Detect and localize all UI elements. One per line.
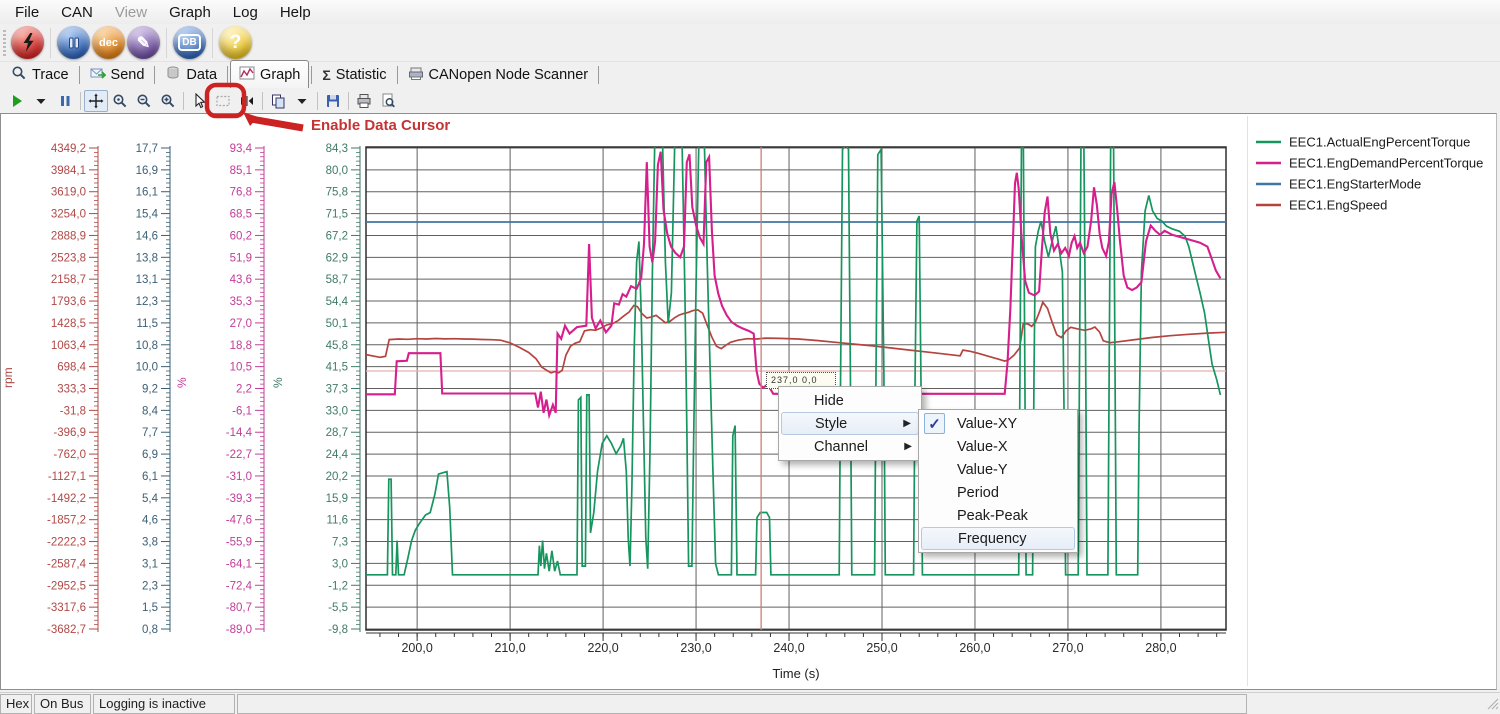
status-hex[interactable]: Hex [0,694,32,714]
graph-toolbar [0,88,1500,113]
status-logging-is-inactive: Logging is inactive [93,694,235,714]
panel-divider [1247,116,1248,686]
status-bar: HexOn BusLogging is inactive [0,692,1500,714]
tab-statistic[interactable]: Σ Statistic [314,63,394,87]
toolbar-separator [317,92,318,110]
submenu-item-period[interactable]: Period [921,481,1075,504]
submenu-item-value-y[interactable]: Value-Y [921,458,1075,481]
play-button[interactable] [5,90,29,112]
tab-label: CANopen Node Scanner [429,67,589,83]
magnifier-icon [11,65,27,85]
submenu-arrow-icon: ▶ [904,441,912,452]
pan-button[interactable] [84,90,108,112]
status-on-bus[interactable]: On Bus [34,694,91,714]
submenu-item-label: Value-XY [957,416,1017,432]
tab-separator [311,66,312,84]
select-button[interactable] [187,90,211,112]
lightning-icon [19,33,37,53]
zoom-out-button[interactable] [132,90,156,112]
menu-item-help[interactable]: Help [269,2,322,23]
database-icon[interactable]: DB [173,26,206,59]
scanner-icon [408,65,424,85]
menu-item-hide[interactable]: Hide [781,389,919,412]
menu-item-view[interactable]: View [104,2,158,23]
sigma-icon: Σ [322,67,330,83]
menu-item-can[interactable]: CAN [50,2,104,23]
select-region-button[interactable] [211,90,235,112]
context-menu: Hide Style ▶ Channel ▶ [778,386,922,461]
save-button[interactable] [321,90,345,112]
pause-button[interactable] [53,90,77,112]
tab-bar: Trace Send Data Graph Σ Statistic CANopen Node… [0,62,1500,88]
toolbar-separator [262,92,263,110]
submenu-item-value-x[interactable]: Value-X [921,435,1075,458]
menu-item-log[interactable]: Log [222,2,269,23]
send-icon [90,65,106,85]
copy-dropdown-button[interactable] [290,90,314,112]
dec-icon[interactable]: dec [92,26,125,59]
lightning-icon[interactable] [11,26,44,59]
menu-item-label: Channel [814,439,868,455]
toolbar-separator [80,92,81,110]
zoom-in-button[interactable] [156,90,180,112]
toolbar-separator [212,28,213,58]
check-icon: ✓ [924,413,945,434]
db-label: DB [178,34,200,51]
tab-label: Graph [260,67,300,83]
submenu-item-label: Frequency [958,531,1027,547]
tab-send[interactable]: Send [82,63,153,87]
submenu-arrow-icon: ▶ [903,418,911,429]
data-cursor-button[interactable] [235,90,259,112]
tab-label: Statistic [336,67,387,83]
submenu-item-label: Peak-Peak [957,508,1028,524]
toolbar-grip[interactable] [3,30,6,56]
menu-item-channel[interactable]: Channel ▶ [781,435,919,458]
tab-data[interactable]: Data [157,63,225,87]
tab-separator [154,66,155,84]
main-toolbar: dec✎ DB? [0,24,1500,62]
print-button[interactable] [352,90,376,112]
print-preview-button[interactable] [376,90,400,112]
submenu-item-label: Value-Y [957,462,1008,478]
tab-separator [227,66,228,84]
resize-grip-icon[interactable] [1485,696,1499,713]
tab-label: Data [186,67,217,83]
menu-item-file[interactable]: File [4,2,50,23]
tab-label: Send [111,67,145,83]
annotation-label: Enable Data Cursor [311,117,450,134]
submenu-item-label: Value-X [957,439,1008,455]
tab-separator [79,66,80,84]
pause-icon[interactable] [57,26,90,59]
play-dropdown-button[interactable] [29,90,53,112]
zoom-window-button[interactable] [108,90,132,112]
submenu-item-label: Period [957,485,999,501]
menu-item-label: Style [815,416,847,432]
toolbar-separator [166,28,167,58]
graph-icon [239,65,255,85]
submenu-item-value-xy[interactable]: ✓ Value-XY [921,412,1075,435]
tab-graph[interactable]: Graph [230,60,309,88]
menu-item-label: Hide [814,393,844,409]
tab-trace[interactable]: Trace [3,63,77,87]
help-icon[interactable]: ? [219,26,252,59]
submenu-item-peak-peak[interactable]: Peak-Peak [921,504,1075,527]
toolbar-separator [50,28,51,58]
tab-canopen-node-scanner[interactable]: CANopen Node Scanner [400,63,597,87]
status-empty [237,694,1247,714]
toolbar-separator [183,92,184,110]
style-submenu: ✓ Value-XY Value-X Value-Y Period Peak-Peak Fr… [918,409,1078,553]
tab-label: Trace [32,67,69,83]
submenu-item-frequency[interactable]: Frequency [921,527,1075,550]
database-cylinder-icon [165,65,181,85]
graph-panel [0,113,1497,690]
tab-separator [397,66,398,84]
copy-button[interactable] [266,90,290,112]
menu-bar: FileCANViewGraphLogHelp [0,0,1500,24]
tab-separator [598,66,599,84]
menu-item-style[interactable]: Style ▶ [781,412,919,435]
app-window: { "menu_bar": { "items": [ {"label": "Fi… [0,0,1500,714]
menu-item-graph[interactable]: Graph [158,2,222,23]
toolbar-separator [348,92,349,110]
pen-icon[interactable]: ✎ [127,26,160,59]
